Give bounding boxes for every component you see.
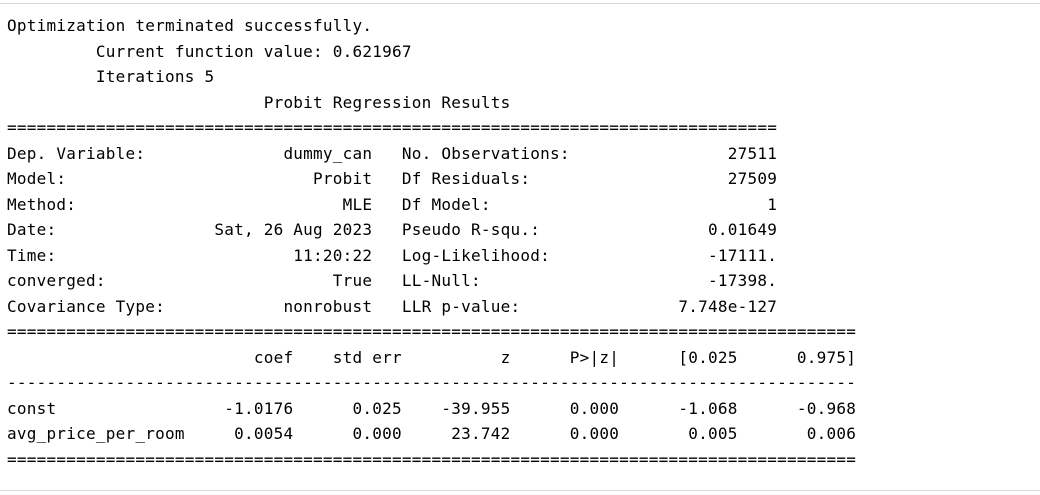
double-rule: ========================================… — [7, 322, 857, 341]
summary-row-converged: converged: True LL-Null: -17398. — [7, 271, 778, 290]
coef-row-const: const -1.0176 0.025 -39.955 0.000 -1.068… — [7, 398, 857, 418]
summary-row-time: Time: 11:20:22 Log-Likelihood: -17111. — [7, 245, 778, 265]
summary-row-date: Date: Sat, 26 Aug 2023 Pseudo R-squ.: 0.… — [7, 220, 778, 239]
regression-output: Optimization terminated successfully. Cu… — [7, 13, 856, 472]
summary-row-method: Method: MLE Df Model: 1 — [7, 194, 778, 214]
cell-top-border — [0, 3, 1040, 4]
function-value-line: Current function value: 0.621967 — [7, 41, 412, 61]
status-line: Optimization terminated successfully. — [7, 16, 373, 35]
summary-row-model: Model: Probit Df Residuals: 27509 — [7, 169, 778, 188]
coef-table-header: coef std err z P>|z| [0.025 0.975] — [7, 347, 857, 367]
cell-bottom-border — [0, 490, 1040, 491]
summary-row-covariance: Covariance Type: nonrobust LLR p-value: … — [7, 296, 778, 316]
double-rule: ========================================… — [7, 449, 857, 469]
double-rule: ========================================… — [7, 118, 778, 137]
dash-rule: ----------------------------------------… — [7, 373, 857, 392]
summary-row-dep-variable: Dep. Variable: dummy_can No. Observation… — [7, 143, 778, 163]
iterations-line: Iterations 5 — [7, 67, 215, 86]
coef-row-avg-price: avg_price_per_room 0.0054 0.000 23.742 0… — [7, 424, 857, 443]
results-title: Probit Regression Results — [7, 92, 511, 112]
